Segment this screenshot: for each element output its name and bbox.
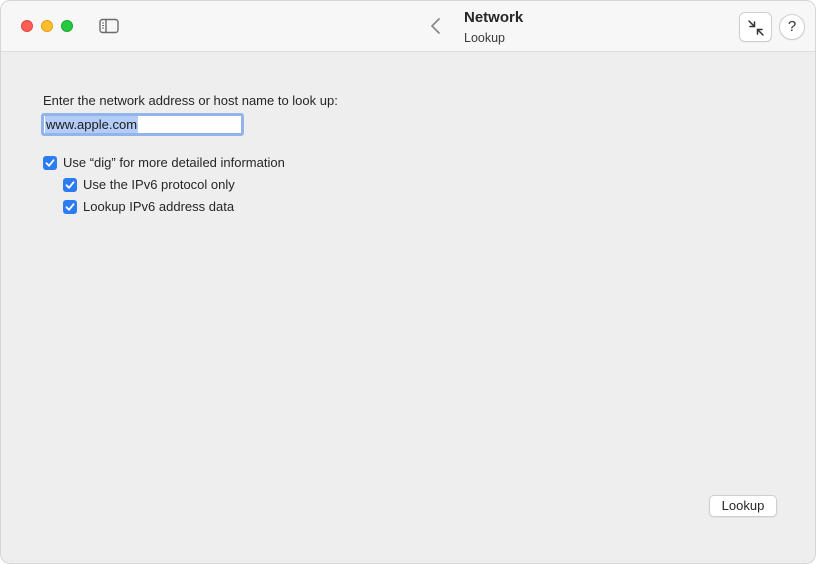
ipv6-data-label: Lookup IPv6 address data (83, 199, 235, 214)
window-subtitle: Lookup (464, 31, 506, 45)
lookup-button[interactable]: Lookup (709, 495, 777, 517)
minimize-window-button[interactable] (41, 20, 53, 32)
ipv6-only-label: Use the IPv6 protocol only (83, 177, 235, 192)
close-window-button[interactable] (21, 20, 33, 32)
checkmark-icon (45, 159, 55, 167)
collapse-button[interactable] (739, 12, 772, 42)
arrows-compress-icon (748, 20, 764, 36)
help-button[interactable]: ? (779, 14, 805, 40)
ipv6-only-checkbox[interactable] (63, 178, 77, 192)
checkmark-icon (65, 181, 75, 189)
network-utility-window: Network Lookup ? Enter the network addre… (0, 0, 816, 564)
use-dig-label: Use “dig” for more detailed information (63, 155, 285, 170)
title-bar: Network Lookup ? (1, 1, 815, 52)
use-dig-checkbox[interactable] (43, 156, 57, 170)
address-prompt-label: Enter the network address or host name t… (43, 93, 338, 108)
checkmark-icon (65, 203, 75, 211)
sidebar-toggle-icon[interactable] (99, 18, 119, 34)
window-title: Network (464, 9, 524, 26)
chevron-left-icon[interactable] (427, 16, 445, 36)
zoom-window-button[interactable] (61, 20, 73, 32)
ipv6-data-checkbox[interactable] (63, 200, 77, 214)
address-input[interactable] (41, 113, 244, 136)
